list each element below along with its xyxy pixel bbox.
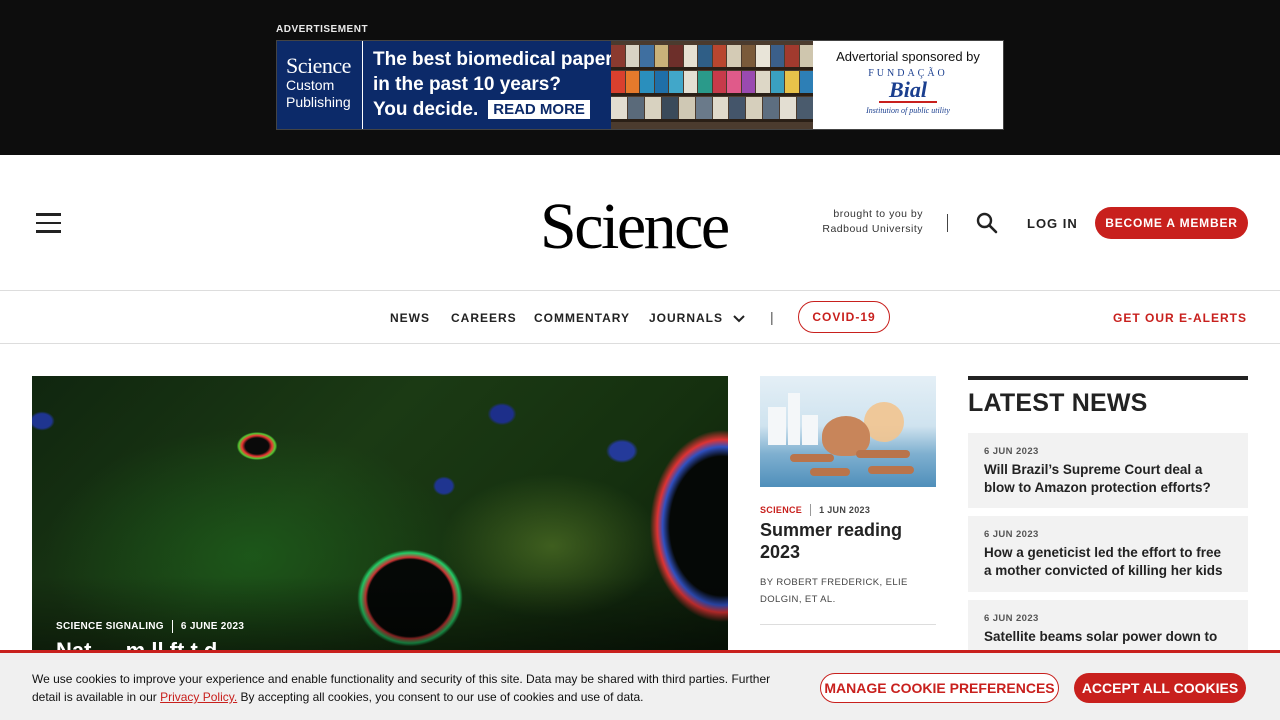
illustration-building	[802, 415, 818, 445]
meta-divider	[171, 620, 173, 633]
feature-title[interactable]: Summer reading 2023	[760, 519, 930, 563]
illustration-building	[768, 407, 786, 445]
login-link[interactable]: LOG IN	[1027, 216, 1078, 231]
main-nav: NEWS CAREERS COMMENTARY JOURNALS | COVID…	[0, 291, 1280, 344]
latest-news-rule	[968, 376, 1248, 380]
become-member-button[interactable]: BECOME A MEMBER	[1095, 207, 1248, 239]
nav-journals[interactable]: JOURNALS	[649, 311, 746, 326]
ad-read-more-button[interactable]: READ MORE	[488, 100, 590, 120]
accept-all-cookies-button[interactable]: ACCEPT ALL COOKIES	[1074, 673, 1246, 703]
ad-headline: The best biomedical paper in the past 10…	[363, 41, 613, 129]
privacy-policy-link[interactable]: Privacy Policy.	[160, 690, 237, 704]
ad-banner[interactable]: Science Custom Publishing The best biome…	[276, 40, 1004, 130]
advertisement-band: ADVERTISEMENT Science Custom Publishing …	[0, 0, 1280, 155]
institution-name: Radboud University	[822, 223, 923, 235]
news-date: 6 JUN 2023	[984, 529, 1039, 540]
news-date: 6 JUN 2023	[984, 613, 1039, 624]
cookie-message: We use cookies to improve your experienc…	[32, 670, 792, 706]
ad-sponsor-logo: Bial	[879, 79, 937, 103]
latest-news-heading: LATEST NEWS	[968, 389, 1148, 417]
illustration-tentacle	[868, 466, 914, 474]
ad-headline-line3: You decide. READ MORE	[373, 97, 611, 122]
feature-date: 1 JUN 2023	[819, 505, 871, 515]
header-divider	[947, 214, 948, 232]
ad-headline-line1: The best biomedical paper	[373, 49, 613, 70]
nav-separator: |	[770, 309, 774, 325]
ad-headline-you-decide: You decide.	[373, 99, 479, 120]
ad-headline-line2: in the past 10 years?	[373, 74, 561, 95]
ad-logo: Science Custom Publishing	[277, 41, 363, 129]
news-title[interactable]: How a geneticist led the effort to free …	[984, 544, 1232, 579]
news-title[interactable]: Satellite beams solar power down to	[984, 628, 1232, 646]
advertisement-label: ADVERTISEMENT	[276, 24, 369, 35]
ad-sponsor-tagline: Institution of public utility	[866, 106, 950, 115]
hero-article[interactable]: SCIENCE SIGNALING 6 JUNE 2023 Nat … m ll…	[32, 376, 728, 666]
feature-thumbnail[interactable]	[760, 376, 936, 487]
latest-news-item[interactable]: 6 JUN 2023 How a geneticist led the effo…	[968, 516, 1248, 592]
ad-sponsor-text: Advertorial sponsored by	[836, 49, 980, 64]
hero-meta: SCIENCE SIGNALING 6 JUNE 2023	[56, 620, 244, 633]
feature-meta: SCIENCE 1 JUN 2023	[760, 504, 870, 516]
nav-careers[interactable]: CAREERS	[451, 311, 517, 325]
ad-logo-science: Science	[286, 53, 351, 78]
chevron-down-icon	[733, 312, 746, 326]
news-title[interactable]: Will Brazil’s Supreme Court deal a blow …	[984, 461, 1232, 496]
ad-bookshelf-image	[611, 41, 813, 129]
cookie-banner: We use cookies to improve your experienc…	[0, 650, 1280, 720]
column-divider	[760, 624, 936, 625]
institution-credit: brought to you by Radboud University	[822, 207, 923, 237]
illustration-tentacle	[856, 450, 910, 458]
science-logo[interactable]: Science	[540, 189, 730, 265]
illustration-tentacle	[810, 468, 850, 476]
illustration-tentacle	[790, 454, 834, 462]
meta-divider	[810, 504, 812, 516]
ad-sponsor: Advertorial sponsored by FUNDAÇÃO Bial I…	[813, 41, 1003, 129]
cookie-text-after: By accepting all cookies, you consent to…	[237, 690, 644, 704]
e-alerts-link[interactable]: GET OUR E-ALERTS	[1113, 311, 1247, 325]
ad-logo-custom: Custom	[286, 77, 335, 93]
feature-section[interactable]: SCIENCE	[760, 505, 802, 515]
search-icon[interactable]	[976, 212, 998, 234]
latest-news-item[interactable]: 6 JUN 2023 Will Brazil’s Supreme Court d…	[968, 433, 1248, 508]
manage-cookie-preferences-button[interactable]: MANAGE COOKIE PREFERENCES	[820, 673, 1059, 703]
site-header: Science brought to you by Radboud Univer…	[0, 155, 1280, 291]
ad-logo-publishing: Publishing	[286, 94, 351, 110]
nav-journals-label: JOURNALS	[649, 311, 724, 325]
illustration-building	[788, 393, 800, 445]
hero-section: SCIENCE SIGNALING	[56, 621, 164, 632]
illustration-sun	[864, 402, 904, 442]
brought-to-you-label: brought to you by	[833, 208, 923, 220]
hero-date: 6 JUNE 2023	[180, 621, 245, 632]
nav-commentary[interactable]: COMMENTARY	[534, 311, 630, 325]
feature-byline: BY ROBERT FREDERICK, ELIE DOLGIN, ET AL.	[760, 577, 908, 605]
hamburger-menu-icon[interactable]	[36, 213, 61, 233]
nav-news[interactable]: NEWS	[390, 311, 430, 325]
news-date: 6 JUN 2023	[984, 446, 1039, 457]
covid-19-button[interactable]: COVID-19	[798, 301, 890, 333]
